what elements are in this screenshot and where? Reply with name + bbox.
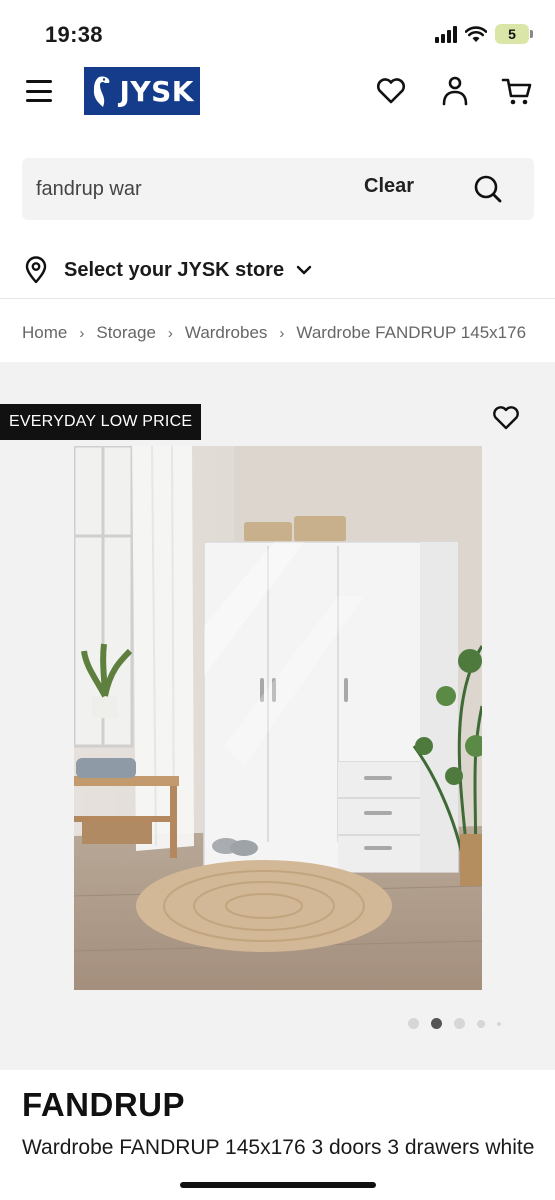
status-icons: 5 (435, 24, 533, 44)
product-title: FANDRUP (22, 1086, 186, 1123)
wifi-icon (465, 25, 487, 42)
carousel-dots (408, 1018, 501, 1029)
product-image[interactable] (74, 446, 482, 990)
chevron-down-icon (296, 265, 312, 275)
store-selector[interactable]: Select your JYSK store (24, 252, 312, 288)
cart-icon[interactable] (500, 74, 534, 108)
location-pin-icon (25, 256, 47, 284)
heart-icon[interactable] (374, 74, 408, 108)
app-header: JYSK (0, 64, 555, 120)
breadcrumb-storage[interactable]: Storage (96, 323, 156, 343)
breadcrumb-current[interactable]: Wardrobe FANDRUP 145x176 (296, 323, 526, 343)
signal-icon (435, 25, 457, 43)
battery-icon: 5 (495, 24, 533, 44)
search-bar: Clear (22, 158, 534, 220)
brand-logo[interactable]: JYSK (84, 67, 200, 115)
store-label: Select your JYSK store (64, 258, 285, 281)
menu-icon[interactable] (26, 80, 52, 102)
breadcrumb: Home › Storage › Wardrobes › Wardrobe FA… (22, 320, 542, 346)
breadcrumb-separator-icon: › (79, 324, 85, 342)
carousel-dot[interactable] (497, 1021, 501, 1026)
price-badge: EVERYDAY LOW PRICE (0, 404, 202, 440)
wishlist-heart-icon[interactable] (490, 402, 522, 434)
status-time: 19:38 (45, 22, 103, 47)
breadcrumb-separator-icon: › (279, 324, 285, 342)
carousel-dot[interactable] (477, 1019, 485, 1028)
carousel-dot[interactable] (408, 1018, 419, 1029)
brand-name: JYSK (119, 74, 194, 108)
home-indicator[interactable] (180, 1182, 376, 1188)
status-bar: 19:38 5 (0, 0, 555, 64)
search-icon[interactable] (472, 173, 504, 205)
divider (0, 298, 555, 299)
product-gallery: EVERYDAY LOW PRICE (0, 362, 555, 1070)
carousel-dot[interactable] (454, 1018, 465, 1029)
breadcrumb-home[interactable]: Home (22, 323, 67, 343)
battery-level: 5 (508, 26, 516, 42)
product-description: Wardrobe FANDRUP 145x176 3 doors 3 drawe… (22, 1136, 535, 1159)
breadcrumb-wardrobes[interactable]: Wardrobes (185, 323, 268, 343)
carousel-dot-active[interactable] (431, 1018, 442, 1029)
user-icon[interactable] (438, 74, 472, 108)
bird-logo-icon (93, 76, 110, 107)
breadcrumb-separator-icon: › (167, 324, 173, 342)
search-input[interactable] (36, 172, 336, 206)
clear-button[interactable]: Clear (364, 175, 414, 198)
